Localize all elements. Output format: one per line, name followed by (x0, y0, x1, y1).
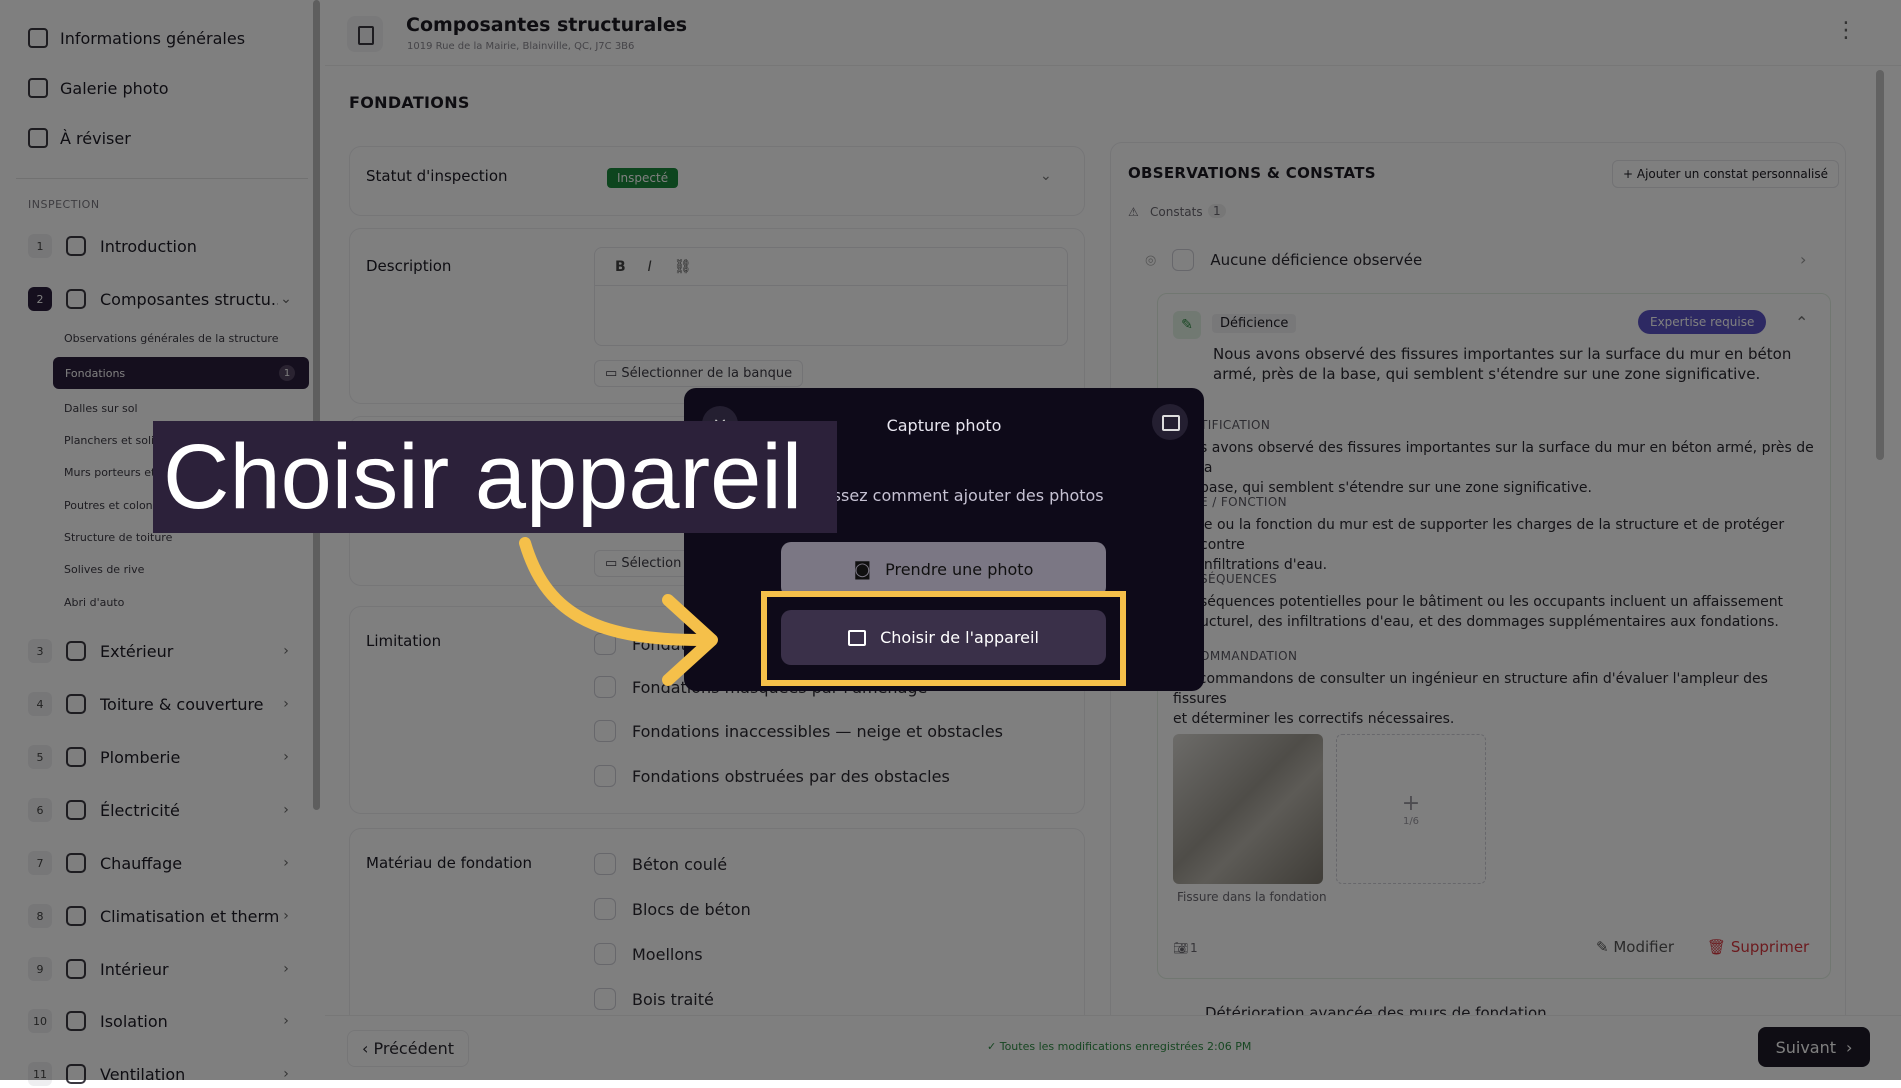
arrow-icon (519, 537, 718, 686)
